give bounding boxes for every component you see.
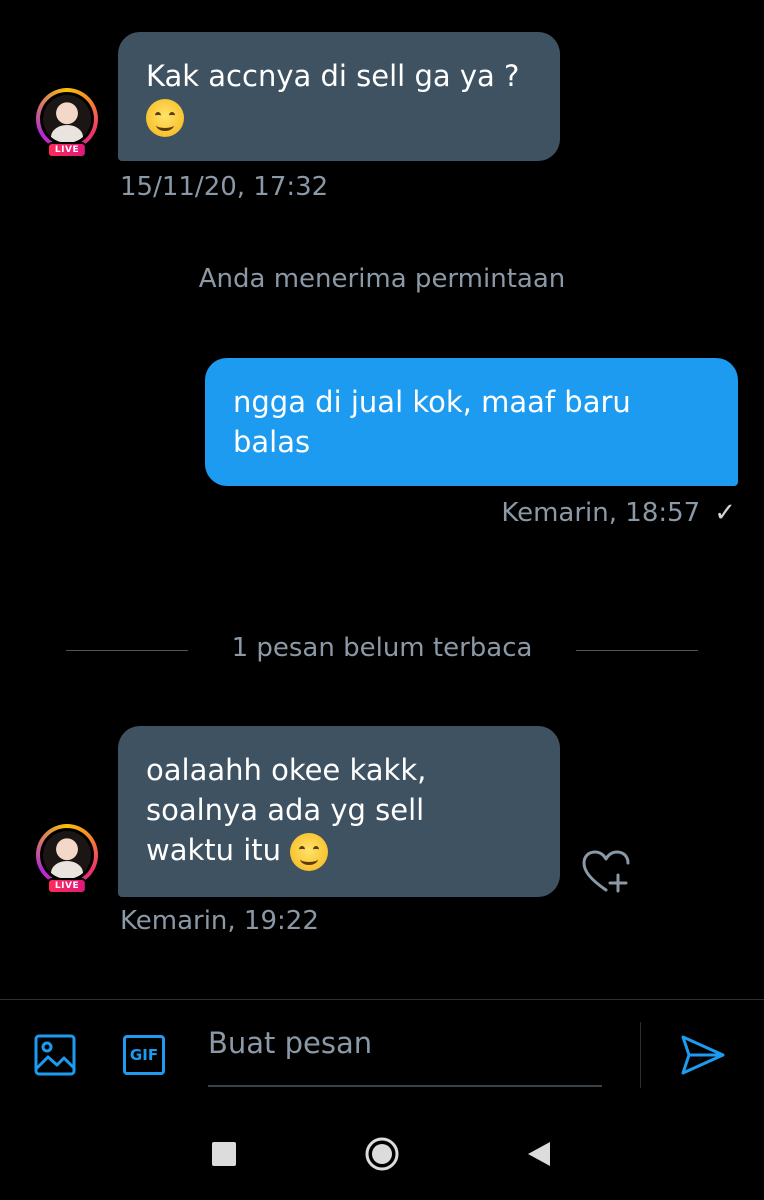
nav-recents-button[interactable] (212, 1142, 236, 1166)
live-badge: LIVE (46, 878, 88, 894)
message-text-line: balas (233, 425, 311, 459)
message-text: Kak accnya di sell ga ya ? (146, 59, 520, 93)
gif-icon[interactable]: GIF (120, 1032, 168, 1078)
message-text-line: soalnya ada yg sell (146, 793, 425, 827)
system-notice: Anda menerima permintaan (198, 264, 566, 294)
message-bubble-incoming[interactable]: Kak accnya di sell ga ya ? (118, 32, 560, 161)
unread-divider-label: 1 pesan belum terbaca (231, 633, 533, 663)
message-timestamp: Kemarin, 18:57 ✓ (501, 498, 736, 528)
divider-line-right (576, 650, 698, 651)
smiling-face-emoji (290, 833, 329, 871)
live-badge: LIVE (46, 142, 88, 158)
nav-back-button[interactable] (526, 1140, 552, 1168)
message-text-line: waktu itu (146, 833, 282, 867)
avatar-photo (43, 831, 91, 879)
sender-avatar[interactable]: LIVE (36, 824, 98, 894)
message-bubble-outgoing[interactable]: ngga di jual kok, maaf baru balas (205, 358, 738, 486)
nav-home-button[interactable] (364, 1136, 400, 1172)
divider-line-left (66, 650, 188, 651)
sent-check-icon: ✓ (714, 498, 736, 528)
composer-separator (640, 1022, 641, 1088)
send-icon[interactable] (676, 1030, 730, 1080)
heart-plus-icon[interactable] (578, 848, 634, 896)
sender-avatar[interactable]: LIVE (36, 88, 98, 158)
message-input-underline (208, 1085, 602, 1087)
message-input[interactable]: Buat pesan (208, 1026, 602, 1082)
message-input-placeholder: Buat pesan (208, 1026, 373, 1060)
message-text-line: oalaahh okee kakk, (146, 753, 427, 787)
image-icon[interactable] (32, 1032, 78, 1078)
avatar-photo (43, 95, 91, 143)
smiling-face-emoji (146, 99, 184, 137)
message-bubble-incoming[interactable]: oalaahh okee kakk, soalnya ada yg sell w… (118, 726, 560, 897)
message-timestamp: 15/11/20, 17:32 (120, 172, 329, 202)
message-text-line: ngga di jual kok, maaf baru (233, 385, 631, 419)
message-timestamp: Kemarin, 19:22 (120, 906, 319, 936)
composer-divider (0, 999, 764, 1000)
